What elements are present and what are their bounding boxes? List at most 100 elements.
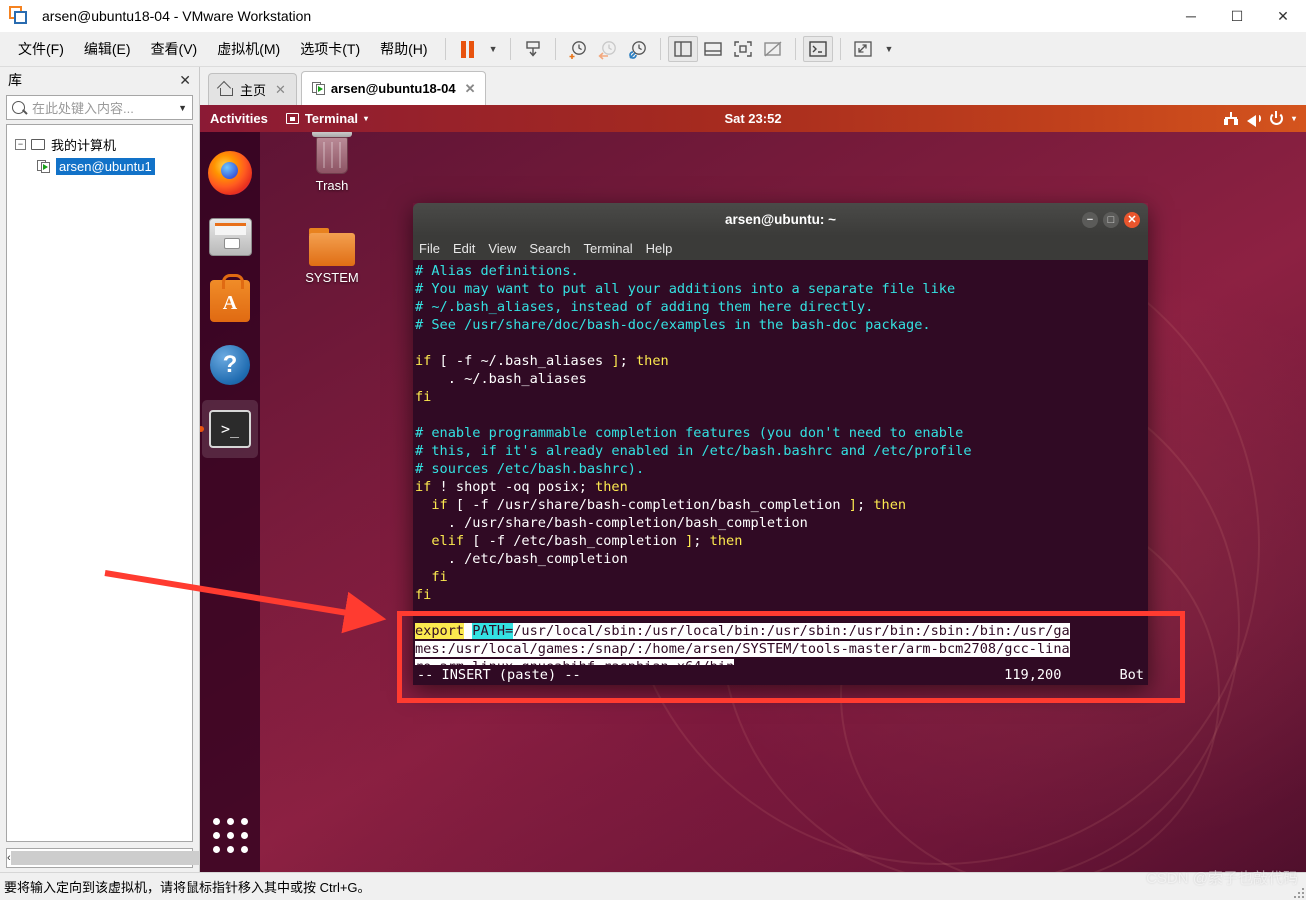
minimize-button[interactable]: ─ — [1168, 0, 1214, 32]
activities-button[interactable]: Activities — [210, 111, 268, 126]
show-thumbnails-icon[interactable] — [698, 36, 728, 62]
menu-file[interactable]: 文件(F) — [8, 35, 74, 63]
menu-edit[interactable]: 编辑(E) — [74, 35, 141, 63]
window-controls: ─ ☐ ✕ — [1168, 0, 1306, 32]
terminal-text-span: mes:/usr/local/games:/snap/:/home/arsen/… — [415, 641, 1070, 657]
terminal-menu-file[interactable]: File — [419, 241, 440, 256]
menu-tabs[interactable]: 选项卡(T) — [290, 35, 370, 63]
terminal-window[interactable]: arsen@ubuntu: ~ − □ ✕ File Edit View Sea… — [413, 203, 1148, 685]
system-status-area[interactable]: ▾ — [1223, 111, 1296, 127]
terminal-line: if [ -f /usr/share/bash-completion/bash_… — [415, 496, 1148, 514]
tree-item-my-computer[interactable]: − 我的计算机 — [11, 133, 188, 155]
terminal-text-span: [ -f /etc/bash_completion — [464, 533, 686, 549]
tree-item-label: 我的计算机 — [51, 137, 117, 153]
terminal-close-button[interactable]: ✕ — [1124, 211, 1140, 228]
desktop-icon-trash[interactable]: Trash — [286, 130, 378, 193]
menu-view[interactable]: 查看(V) — [141, 35, 208, 63]
terminal-text-span: if — [415, 479, 432, 495]
menubar: 文件(F) 编辑(E) 查看(V) 虚拟机(M) 选项卡(T) 帮助(H) ▼ — [0, 32, 1306, 67]
terminal-text-span: . /etc/bash_completion — [415, 551, 628, 567]
terminal-menu-terminal[interactable]: Terminal — [584, 241, 633, 256]
vim-cursor-position: 119,200 — [1004, 667, 1062, 683]
app-menu-label: Terminal — [304, 111, 359, 126]
library-close-icon[interactable]: ✕ — [179, 72, 191, 89]
toolbar-separator — [795, 38, 797, 60]
system-menu-caret-icon[interactable]: ▾ — [1292, 114, 1296, 123]
dock-item-help[interactable]: ? — [202, 336, 258, 394]
tab-close-icon[interactable]: ✕ — [465, 81, 476, 97]
terminal-line — [415, 406, 1148, 424]
dock-item-firefox[interactable] — [202, 144, 258, 202]
chevron-down-icon[interactable]: ▾ — [364, 114, 368, 123]
terminal-menu-view[interactable]: View — [488, 241, 516, 256]
close-button[interactable]: ✕ — [1260, 0, 1306, 32]
chevron-down-icon[interactable]: ▼ — [178, 103, 187, 113]
console-view-icon[interactable] — [803, 36, 834, 62]
fullscreen-icon[interactable] — [728, 36, 758, 62]
library-search-input[interactable]: 在此处键入内容... ▼ — [6, 95, 193, 120]
snapshot-take-icon[interactable] — [563, 36, 593, 62]
vim-scroll-position: Bot — [1119, 667, 1144, 683]
snapshot-manager-icon[interactable] — [623, 36, 653, 62]
terminal-line: fi — [415, 568, 1148, 586]
terminal-line: mes:/usr/local/games:/snap/:/home/arsen/… — [415, 640, 1148, 658]
terminal-text-span: # enable programmable completion feature… — [415, 425, 964, 441]
dock-item-files[interactable] — [202, 208, 258, 266]
terminal-line: # Alias definitions. — [415, 262, 1148, 280]
show-applications-button[interactable] — [202, 812, 258, 858]
vmware-logo-icon — [8, 5, 30, 27]
tab-vm-arsen-ubuntu18-04[interactable]: arsen@ubuntu18-04 ✕ — [300, 71, 487, 105]
terminal-text-span: ! shopt -oq posix; — [431, 479, 596, 495]
app-menu-terminal[interactable]: Terminal ▾ — [285, 111, 368, 126]
gnome-top-bar: Activities Terminal ▾ Sat 23:52 ▾ — [200, 105, 1306, 132]
maximize-button[interactable]: ☐ — [1214, 0, 1260, 32]
dropdown-caret-icon[interactable]: ▼ — [483, 44, 504, 54]
terminal-line: # this, if it's already enabled in /etc/… — [415, 442, 1148, 460]
snapshot-revert-icon[interactable] — [593, 36, 623, 62]
tab-home[interactable]: 主页 ✕ — [208, 73, 297, 105]
stretch-caret-icon[interactable]: ▼ — [878, 44, 899, 54]
vmware-workstation-window: arsen@ubuntu18-04 - VMware Workstation ─… — [0, 0, 1306, 900]
terminal-menu-help[interactable]: Help — [646, 241, 673, 256]
terminal-menu-edit[interactable]: Edit — [453, 241, 475, 256]
terminal-text-span: elif — [431, 533, 465, 549]
stretch-icon[interactable] — [848, 36, 878, 62]
workspace: 库 ✕ 在此处键入内容... ▼ − 我的计算机 arsen@ubuntu1 ‹… — [0, 67, 1306, 872]
terminal-line: . ~/.bash_aliases — [415, 370, 1148, 388]
terminal-titlebar: arsen@ubuntu: ~ − □ ✕ — [413, 203, 1148, 236]
vm-guest-screen[interactable]: Activities Terminal ▾ Sat 23:52 ▾ A ? >_… — [200, 105, 1306, 872]
terminal-text-span: if — [431, 497, 448, 513]
power-icon — [1269, 111, 1283, 125]
tab-close-icon[interactable]: ✕ — [275, 82, 286, 98]
menu-vm[interactable]: 虚拟机(M) — [207, 35, 290, 63]
window-titlebar: arsen@ubuntu18-04 - VMware Workstation ─… — [0, 0, 1306, 32]
send-ctrl-alt-del-icon[interactable] — [518, 36, 548, 62]
status-hint-text: 要将输入定向到该虚拟机，请将鼠标指针移入其中或按 Ctrl+G。 — [4, 880, 371, 895]
library-sidebar: 库 ✕ 在此处键入内容... ▼ − 我的计算机 arsen@ubuntu1 ‹ — [0, 67, 264, 872]
dock-item-software[interactable] — [202, 272, 258, 330]
pause-icon[interactable] — [453, 36, 483, 62]
terminal-line — [415, 334, 1148, 352]
terminal-text-span: ; — [856, 497, 874, 513]
terminal-text-area[interactable]: # Alias definitions. # You may want to pu… — [413, 260, 1148, 665]
terminal-line: # You may want to put all your additions… — [415, 280, 1148, 298]
terminal-text-span: # ~/.bash_aliases, instead of adding the… — [415, 299, 874, 315]
terminal-text-span: # See /usr/share/doc/bash-doc/examples i… — [415, 317, 931, 333]
desktop-icon-system[interactable]: SYSTEM — [286, 228, 378, 285]
unity-mode-icon[interactable] — [758, 36, 788, 62]
show-library-icon[interactable] — [668, 36, 699, 62]
tree-item-label: arsen@ubuntu1 — [56, 157, 155, 175]
menu-help[interactable]: 帮助(H) — [370, 35, 437, 63]
terminal-line: # ~/.bash_aliases, instead of adding the… — [415, 298, 1148, 316]
terminal-maximize-button[interactable]: □ — [1103, 211, 1119, 228]
toolbar-separator — [510, 38, 512, 60]
terminal-text-span — [415, 497, 431, 513]
terminal-minimize-button[interactable]: − — [1082, 211, 1098, 228]
terminal-menu-search[interactable]: Search — [529, 241, 570, 256]
tree-item-vm[interactable]: arsen@ubuntu1 — [11, 155, 188, 177]
library-horizontal-scrollbar[interactable]: ‹ › — [6, 848, 264, 868]
tree-expander-icon[interactable]: − — [15, 138, 26, 150]
folder-icon — [309, 228, 355, 266]
dock-item-terminal[interactable]: >_ — [200, 400, 258, 458]
terminal-text-span: /usr/local/sbin:/usr/local/bin:/usr/sbin… — [513, 623, 1070, 639]
